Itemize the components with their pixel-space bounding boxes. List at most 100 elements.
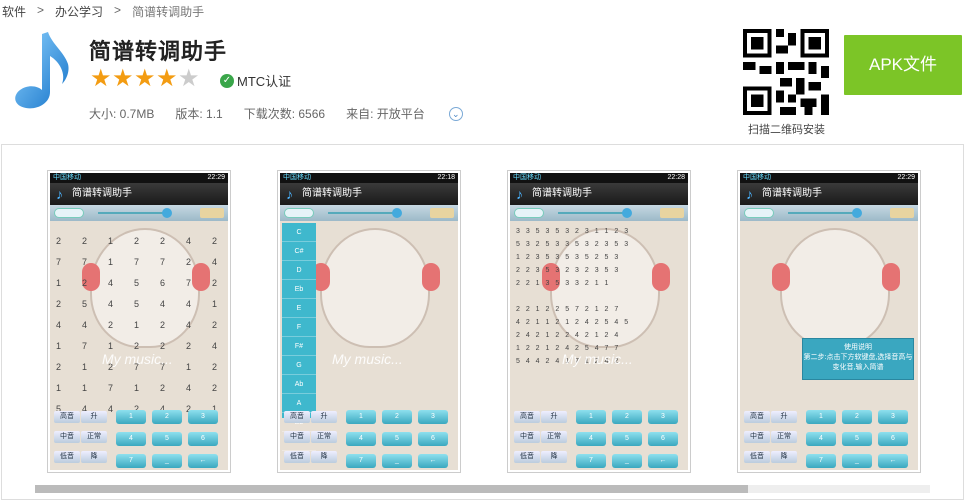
- key: 正常: [311, 431, 337, 443]
- key: 1: [576, 410, 606, 424]
- music-note-app-icon: [15, 32, 69, 109]
- key: 4: [116, 432, 146, 446]
- key: 1: [806, 410, 836, 424]
- version-label: 版本: 1.1: [175, 107, 223, 121]
- rating-stars: ★ ★ ★ ★ ★: [90, 65, 200, 92]
- badge-label: MTC认证: [237, 74, 292, 89]
- breadcrumb-separator: >: [114, 3, 122, 17]
- key: 4: [806, 432, 836, 446]
- screenshot-1[interactable]: 中国移动22:29 简谱转调助手 2 2 1 2 2 4 2 1 2 7 7 1…: [47, 170, 231, 473]
- gallery-scrollbar[interactable]: [35, 485, 930, 493]
- control-strip: [510, 205, 688, 221]
- key: 低音: [744, 451, 770, 463]
- control-strip: [280, 205, 458, 221]
- key: _: [842, 454, 872, 468]
- watermark-text: My music...: [332, 351, 403, 367]
- mtc-badge: ✓ MTC认证: [220, 71, 291, 90]
- usage-hint: 使用说明 第二步:点击下方软键盘,选择音高与变化音,输入简谱: [802, 338, 914, 380]
- keypad: 高音升 中音 正常 低音降 123 456 7 _ ←: [50, 406, 228, 470]
- key: 5: [612, 432, 642, 446]
- note-list: CC#DEb EFF#G AbABbB: [282, 223, 316, 451]
- key: 7: [576, 454, 606, 468]
- key: 4: [346, 432, 376, 446]
- status-bar: 中国移动 22:28: [510, 173, 688, 183]
- key: _: [382, 454, 412, 468]
- scrollbar-thumb[interactable]: [35, 485, 748, 493]
- qr-code-icon: [743, 29, 829, 115]
- key: 中音: [514, 431, 540, 443]
- key: 5: [842, 432, 872, 446]
- key: 6: [648, 432, 678, 446]
- key: ←: [188, 454, 218, 468]
- key: 降: [311, 451, 337, 463]
- key: 高音: [744, 411, 770, 423]
- watermark-text: My music...: [102, 351, 173, 367]
- key: 7: [806, 454, 836, 468]
- key: ←: [418, 454, 448, 468]
- breadcrumb-separator: >: [37, 3, 45, 17]
- key: 2: [612, 410, 642, 424]
- headphone-icon: [422, 263, 440, 291]
- source-text: 来自: 开放平台: [346, 107, 425, 121]
- key: 3: [878, 410, 908, 424]
- key: 正常: [771, 431, 797, 443]
- key: 升: [541, 411, 567, 423]
- star-icon: ★: [156, 65, 178, 92]
- star-icon: ★: [90, 65, 112, 92]
- status-bar: 中国移动 22:29: [740, 173, 918, 183]
- downloads-label: 下载次数: 6566: [243, 107, 326, 121]
- status-bar: 中国移动 22:29: [50, 173, 228, 183]
- breadcrumb-home-link[interactable]: 软件: [2, 3, 26, 20]
- breadcrumb: 软件 > 办公学习 > 简谱转调助手: [2, 3, 204, 20]
- key: 高音: [284, 411, 310, 423]
- screenshot-4[interactable]: 中国移动22:29 简谱转调助手 使用说明 第二步:点击下方软键盘,选择音高与变…: [737, 170, 921, 473]
- note-grid: 3 3 5 3 5 3 2 3 1 1 2 3 5 3 2 5 3 3 5 3 …: [516, 228, 629, 365]
- key: 2: [152, 410, 182, 424]
- key: 1: [116, 410, 146, 424]
- status-bar: 中国移动 22:18: [280, 173, 458, 183]
- qr-caption: 扫描二维码安装: [748, 124, 825, 136]
- screenshot-gallery: 中国移动22:29 简谱转调助手 2 2 1 2 2 4 2 1 2 7 7 1…: [1, 144, 964, 500]
- key: 5: [382, 432, 412, 446]
- breadcrumb-current: 简谱转调助手: [132, 5, 205, 19]
- app-bar: 简谱转调助手: [50, 183, 228, 205]
- control-strip: [740, 205, 918, 221]
- keypad: 高音升 中音 正常 低音降 123 456 7 _ ←: [740, 406, 918, 470]
- control-strip: [50, 205, 228, 221]
- star-icon: ★: [134, 65, 156, 92]
- key: 降: [81, 451, 107, 463]
- screenshot-3[interactable]: 中国移动22:28 简谱转调助手 3 3 5 3 5 3 2 3 1 1 2 3…: [507, 170, 691, 473]
- app-title: 简谱转调助手: [89, 39, 228, 64]
- key: 6: [878, 432, 908, 446]
- breadcrumb-category-link[interactable]: 办公学习: [55, 3, 103, 20]
- key: ←: [648, 454, 678, 468]
- key: 3: [648, 410, 678, 424]
- app-bar: 简谱转调助手: [510, 183, 688, 205]
- qr-code-panel: 扫描二维码安装: [727, 14, 846, 136]
- app-bar: 简谱转调助手: [280, 183, 458, 205]
- apk-download-button[interactable]: APK文件: [844, 35, 962, 95]
- note-grid: 2 2 1 2 2 4 2 1 2 7 7 1 7 7 2 4 5 1 1 2 …: [56, 236, 218, 414]
- key: 1: [346, 410, 376, 424]
- key: 低音: [514, 451, 540, 463]
- key: 5: [152, 432, 182, 446]
- key: 6: [188, 432, 218, 446]
- key: 降: [541, 451, 567, 463]
- cartoon-character: [780, 228, 890, 348]
- keypad: 高音升 中音 正常 低音降 123 456 7 _ ←: [280, 406, 458, 470]
- source-label: 来自: 开放平台 ⌄: [346, 105, 484, 122]
- screenshot-2[interactable]: 中国移动22:18 简谱转调助手 CC#DEb EFF#G AbABbB My …: [277, 170, 461, 473]
- key: 降: [771, 451, 797, 463]
- key: 2: [842, 410, 872, 424]
- star-icon: ★: [178, 65, 200, 92]
- key: 3: [188, 410, 218, 424]
- key: _: [152, 454, 182, 468]
- key: 中音: [54, 431, 80, 443]
- key: 升: [771, 411, 797, 423]
- watermark-text: My music...: [562, 351, 633, 367]
- cartoon-character: [320, 228, 430, 348]
- star-icon: ★: [112, 65, 134, 92]
- chevron-down-icon[interactable]: ⌄: [448, 106, 463, 121]
- key: 4: [576, 432, 606, 446]
- keypad: 高音升 中音 正常 低音降 123 456 7 _ ←: [510, 406, 688, 470]
